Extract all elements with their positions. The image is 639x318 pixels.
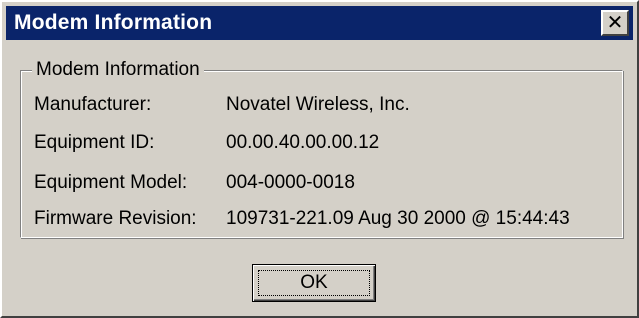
- ok-button-label: OK: [300, 272, 328, 293]
- close-icon: ✕: [606, 10, 624, 34]
- window-title: Modem Information: [14, 11, 213, 34]
- modem-information-dialog: Modem Information ✕ Modem Information Ma…: [0, 0, 639, 318]
- manufacturer-label: Manufacturer:: [34, 94, 152, 115]
- equipment-id-label: Equipment ID:: [34, 132, 155, 153]
- groupbox-legend: Modem Information: [32, 59, 204, 81]
- firmware-revision-value: 109731-221.09 Aug 30 2000 @ 15:44:43: [226, 208, 570, 229]
- equipment-id-value: 00.00.40.00.00.12: [226, 132, 380, 153]
- ok-button[interactable]: OK: [252, 264, 376, 302]
- title-bar[interactable]: Modem Information ✕: [6, 6, 633, 40]
- equipment-model-label: Equipment Model:: [34, 172, 188, 193]
- close-button[interactable]: ✕: [601, 10, 629, 36]
- firmware-revision-label: Firmware Revision:: [34, 208, 197, 229]
- manufacturer-value: Novatel Wireless, Inc.: [226, 94, 410, 115]
- equipment-model-value: 004-0000-0018: [226, 172, 355, 193]
